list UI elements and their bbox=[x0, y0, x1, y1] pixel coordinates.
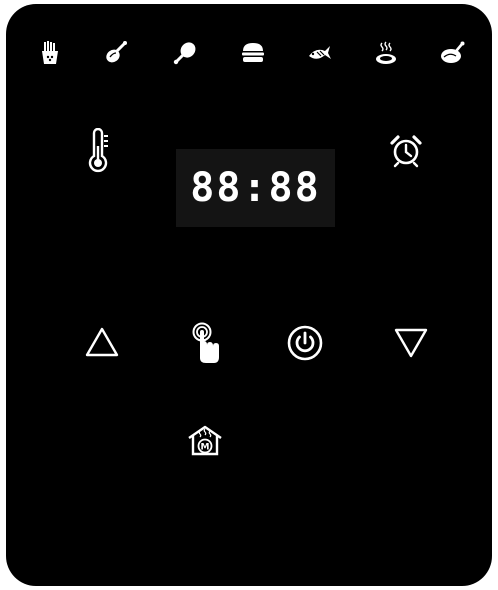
time-display-digits: 88:88 bbox=[190, 165, 321, 211]
alarm-clock-icon[interactable] bbox=[389, 134, 423, 168]
time-display: 88:88 bbox=[176, 149, 335, 227]
touch-hand-icon[interactable] bbox=[191, 322, 223, 364]
menu-badge-label: M bbox=[201, 443, 210, 453]
up-triangle-icon[interactable] bbox=[84, 326, 120, 358]
thermometer-icon[interactable] bbox=[86, 128, 112, 174]
fries-icon[interactable] bbox=[37, 40, 63, 66]
down-triangle-icon[interactable] bbox=[393, 327, 429, 359]
power-icon[interactable] bbox=[287, 325, 323, 361]
menu-house-icon[interactable]: M bbox=[186, 424, 224, 456]
fish-icon[interactable] bbox=[306, 40, 332, 66]
steak-icon[interactable] bbox=[373, 40, 399, 66]
drumstick-meat-icon[interactable] bbox=[103, 40, 129, 66]
roast-chicken-icon[interactable] bbox=[439, 40, 465, 66]
control-panel bbox=[6, 4, 492, 586]
burger-icon[interactable] bbox=[240, 40, 266, 66]
chicken-leg-icon[interactable] bbox=[172, 40, 198, 66]
